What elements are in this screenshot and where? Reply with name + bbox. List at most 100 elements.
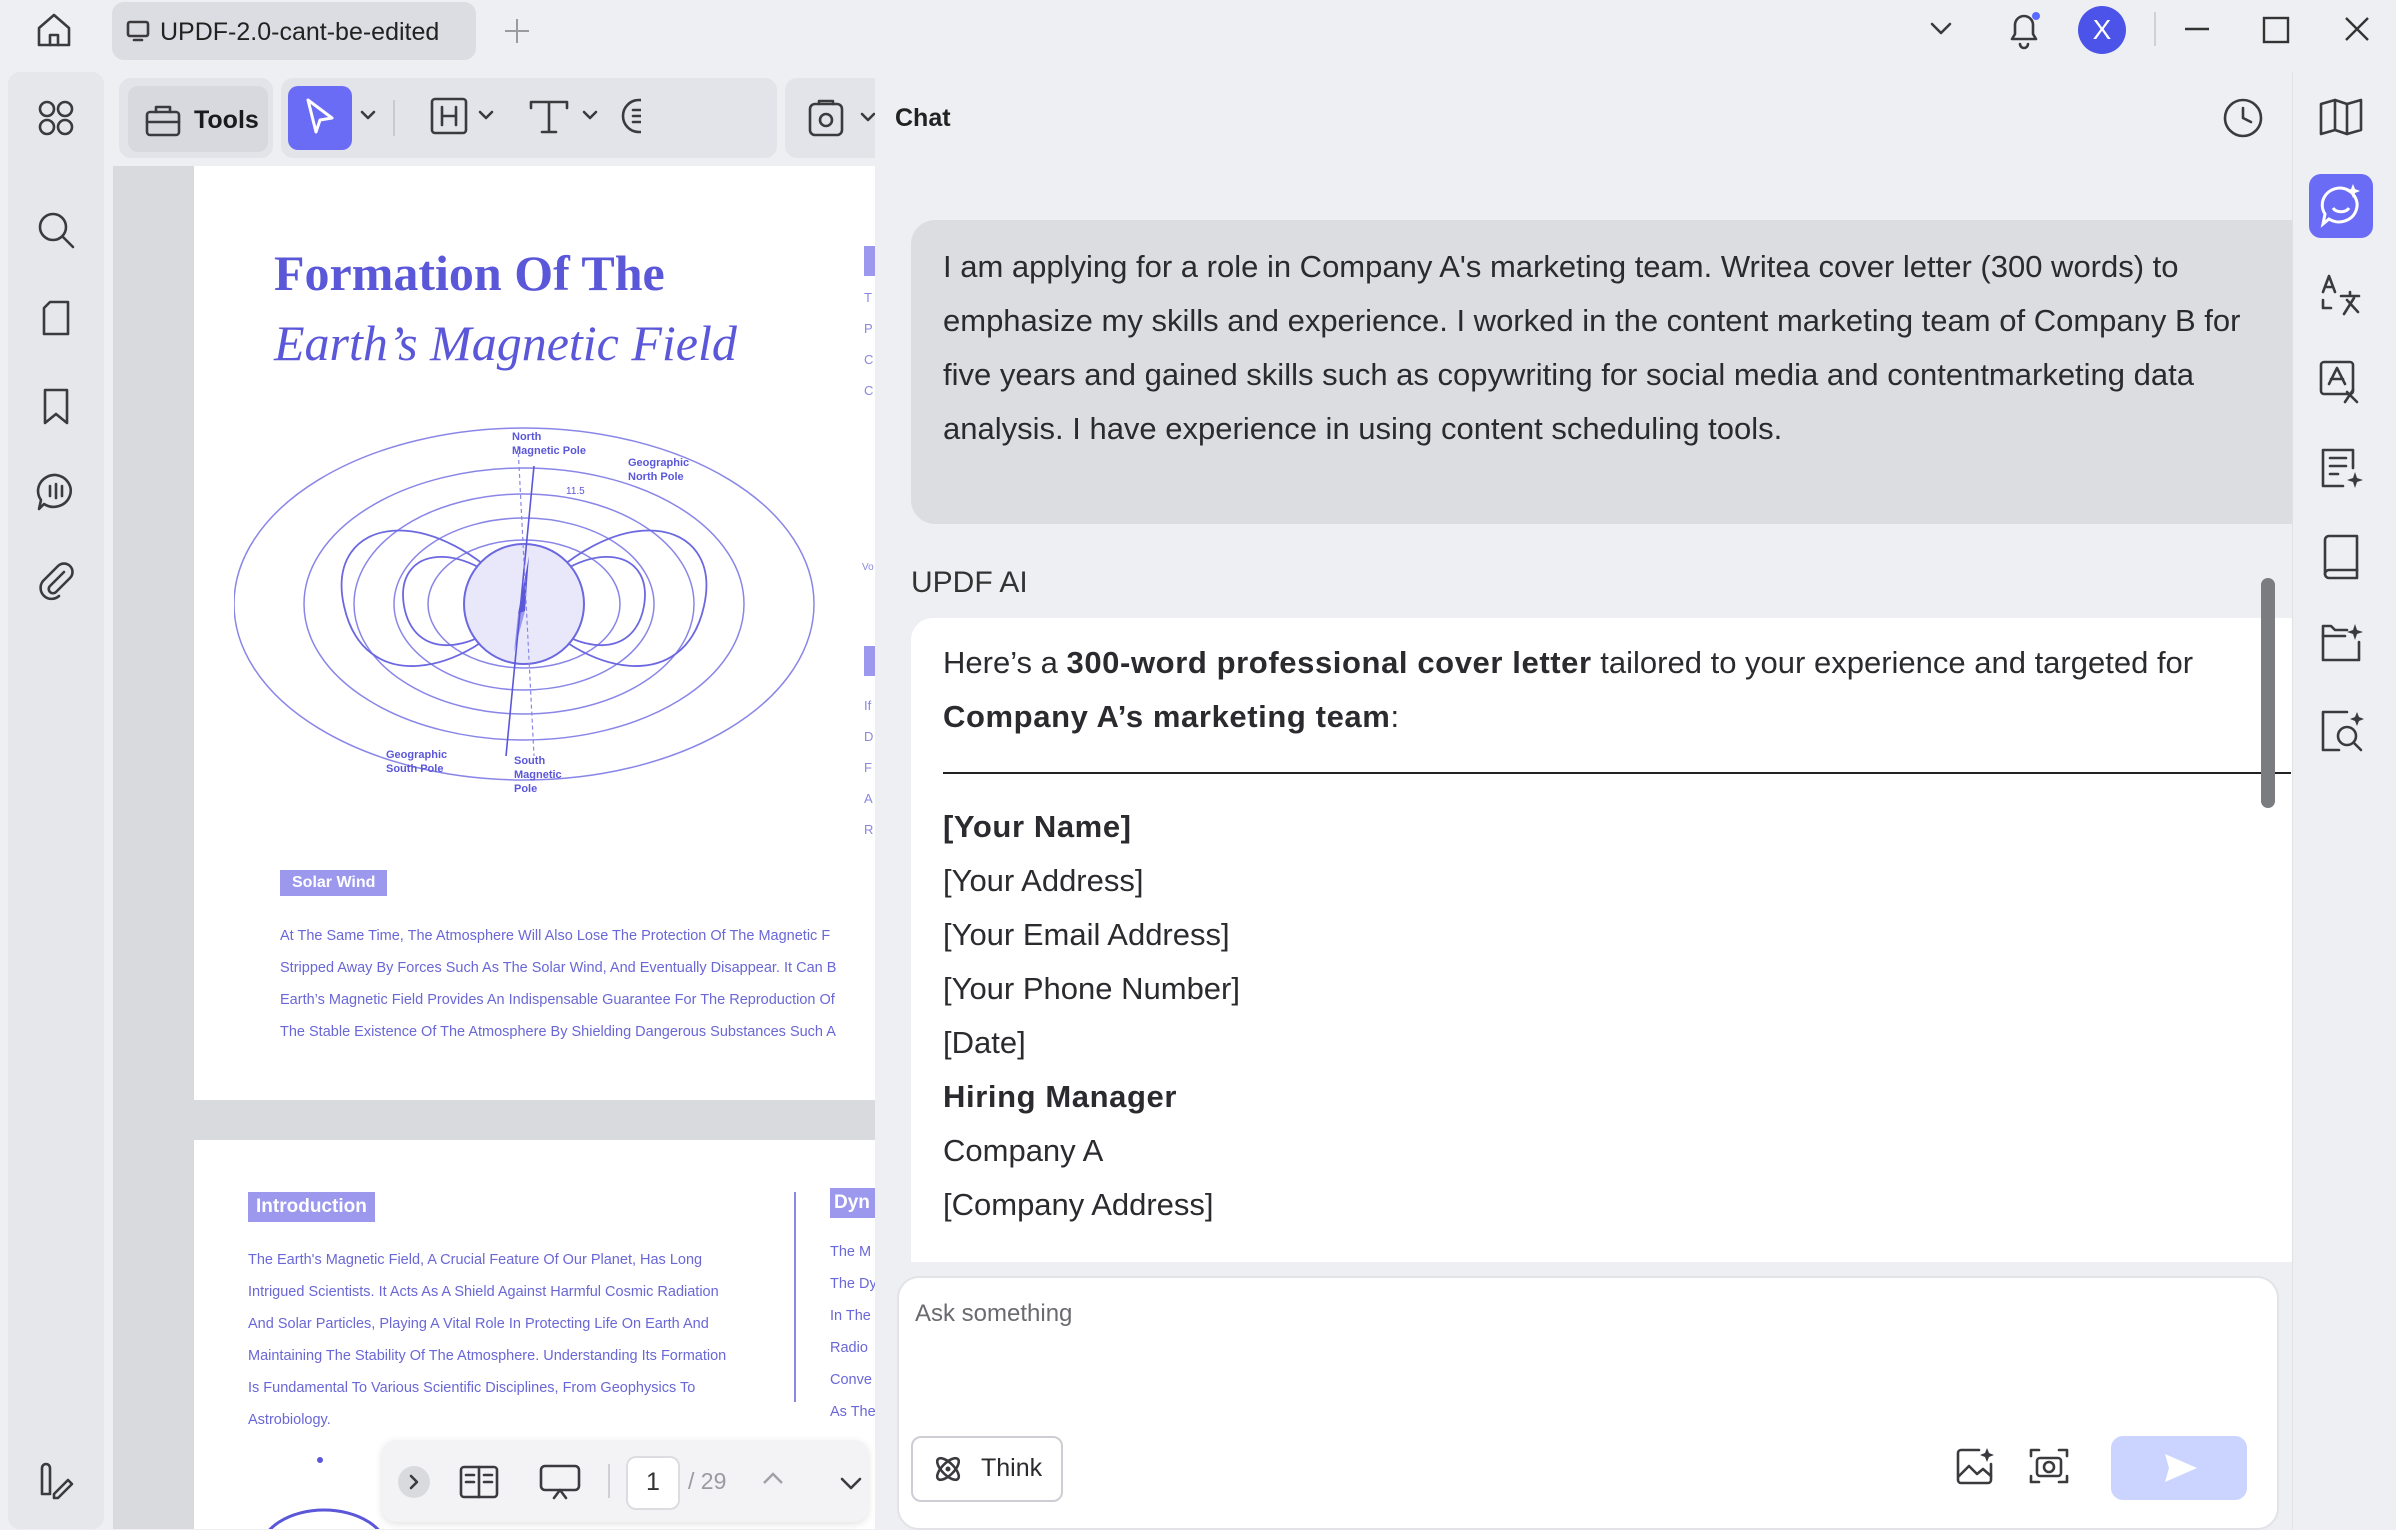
letter-line: [Your Phone Number] (943, 971, 1240, 1006)
previous-page-chevron-up-icon[interactable] (758, 1464, 788, 1494)
cursor-arrow-icon (306, 98, 334, 134)
reading-mode-icon[interactable] (458, 1462, 500, 1502)
think-toggle-button[interactable]: Think (911, 1436, 1063, 1502)
text-tool-icon[interactable] (527, 96, 571, 136)
right-column-fragment: T P C C (864, 290, 874, 398)
chat-input-box[interactable]: Ask something Think (897, 1276, 2279, 1530)
page-total: / 29 (688, 1468, 727, 1494)
right-column-paragraph: The M The Dy In The Radio Conve As The (830, 1244, 875, 1420)
search-icon[interactable] (34, 208, 78, 252)
chat-title: Chat (895, 104, 951, 132)
pdf-page-1: Formation Of The Earth’s Magnetic Field (194, 166, 875, 1100)
document-viewer[interactable]: Formation Of The Earth’s Magnetic Field (113, 166, 875, 1529)
chevron-down-icon[interactable] (1926, 14, 1956, 44)
introduction-paragraph: The Earth's Magnetic Field, A Crucial Fe… (248, 1252, 727, 1428)
letter-line: [Your Name] (943, 809, 1132, 844)
right-column-fragment-2: If D F A R (864, 698, 874, 837)
tools-label: Tools (194, 106, 259, 134)
think-label: Think (981, 1454, 1043, 1482)
south-magnetic-label: South Magnetic Pole (514, 755, 562, 795)
document-tab[interactable]: UPDF-2.0-cant-be-edited (112, 2, 476, 60)
comments-icon[interactable] (34, 470, 78, 514)
tab-title: UPDF-2.0-cant-be-edited (160, 18, 440, 46)
column-divider (794, 1192, 796, 1402)
send-arrow-icon (2165, 1454, 2197, 1482)
tools-button[interactable]: Tools (128, 86, 268, 152)
select-chevron-icon[interactable] (359, 106, 377, 124)
translate-document-icon[interactable] (2317, 358, 2365, 406)
notification-bell-icon[interactable] (2004, 8, 2044, 50)
title-bar: UPDF-2.0-cant-be-edited X (0, 0, 2396, 70)
select-tool-button[interactable] (288, 86, 352, 150)
next-page-chevron-down-icon[interactable] (836, 1468, 866, 1498)
north-magnetic-label: North Magnetic Pole (512, 431, 586, 457)
book-ai-icon[interactable] (2317, 92, 2365, 140)
chat-input-placeholder[interactable]: Ask something (915, 1300, 1072, 1328)
solar-wind-tag: Solar Wind (280, 870, 388, 896)
camera-screenshot-icon[interactable] (2027, 1444, 2071, 1488)
column-tag-fragment (864, 246, 875, 276)
ai-chat-tab[interactable] (2309, 174, 2373, 238)
translate-icon[interactable] (2317, 270, 2365, 318)
page-title-line2: Earth’s Magnetic Field (274, 315, 737, 371)
bookmark-icon[interactable] (34, 384, 78, 428)
column-tag-fragment (864, 646, 875, 676)
ai-chat-icon (2320, 184, 2360, 228)
home-icon[interactable] (34, 10, 74, 50)
user-message-bubble: I am applying for a role in Company A's … (911, 220, 2323, 524)
ai-response-card: Here’s a 300-word professional cover let… (911, 618, 2323, 1262)
heading-chevron-icon[interactable] (477, 106, 495, 124)
angle-label: 11.5 (566, 486, 585, 497)
magnetic-field-diagram (234, 427, 815, 781)
summarize-icon[interactable] (2317, 444, 2365, 492)
screenshot-tool-icon[interactable] (807, 98, 845, 138)
letter-line: [Company Address] (943, 1187, 1214, 1222)
solar-wind-paragraph: At The Same Time, The Atmosphere Will Al… (280, 928, 837, 1040)
chat-scrollbar[interactable] (2261, 578, 2275, 808)
letter-line: [Your Address] (943, 863, 1144, 898)
list-tool-icon[interactable] (619, 96, 641, 136)
page-number-input[interactable]: 1 (626, 1456, 680, 1510)
presentation-icon[interactable] (538, 1462, 582, 1502)
text-chevron-icon[interactable] (581, 106, 599, 124)
ai-sender-label: UPDF AI (911, 566, 1028, 599)
letter-line: [Date] (943, 1025, 1026, 1060)
edit-tools-group (281, 78, 777, 158)
page-thumbnails-icon[interactable] (34, 296, 78, 340)
page-navigation-bar: 1 / 29 (382, 1440, 868, 1522)
horizontal-rule (943, 772, 2291, 774)
geo-south-label: Geographic South Pole (386, 749, 448, 775)
toolbar: Tools (113, 70, 971, 166)
monitor-icon (126, 20, 150, 42)
toolbox-icon (144, 102, 182, 138)
divider (608, 1464, 610, 1498)
attachment-icon[interactable] (34, 558, 78, 602)
folder-ai-icon[interactable] (2317, 620, 2365, 668)
send-button[interactable] (2111, 1436, 2247, 1500)
user-avatar[interactable]: X (2078, 6, 2126, 54)
edit-layout-icon[interactable] (34, 1458, 78, 1502)
divider (393, 100, 395, 136)
grid-apps-icon[interactable] (34, 96, 78, 140)
geo-north-label: Geographic North Pole (628, 457, 690, 483)
image-ai-icon[interactable] (1953, 1444, 1997, 1488)
letter-line: [Your Email Address] (943, 917, 1230, 952)
history-clock-icon[interactable] (2221, 96, 2265, 140)
right-column-fragment-vo: Vo (862, 562, 874, 573)
ai-response-intro: Here’s a 300-word professional cover let… (943, 645, 2194, 734)
dynamics-tag: Dyn (830, 1188, 875, 1218)
left-sidebar (8, 72, 104, 1529)
search-document-icon[interactable] (2317, 708, 2365, 756)
minimize-icon[interactable] (2182, 14, 2212, 44)
chat-panel: Chat I am applying for a role in Company… (875, 72, 2323, 1530)
chevron-right-icon (409, 1474, 419, 1490)
new-tab-plus-icon[interactable] (502, 16, 532, 46)
page2-illustration (268, 1457, 380, 1529)
atom-icon (931, 1452, 965, 1486)
expand-nav-button[interactable] (398, 1466, 430, 1498)
reader-book-icon[interactable] (2317, 532, 2365, 580)
maximize-icon[interactable] (2262, 16, 2290, 44)
right-sidebar (2292, 72, 2396, 1529)
heading-tool-icon[interactable] (429, 96, 469, 136)
close-icon[interactable] (2342, 14, 2372, 44)
